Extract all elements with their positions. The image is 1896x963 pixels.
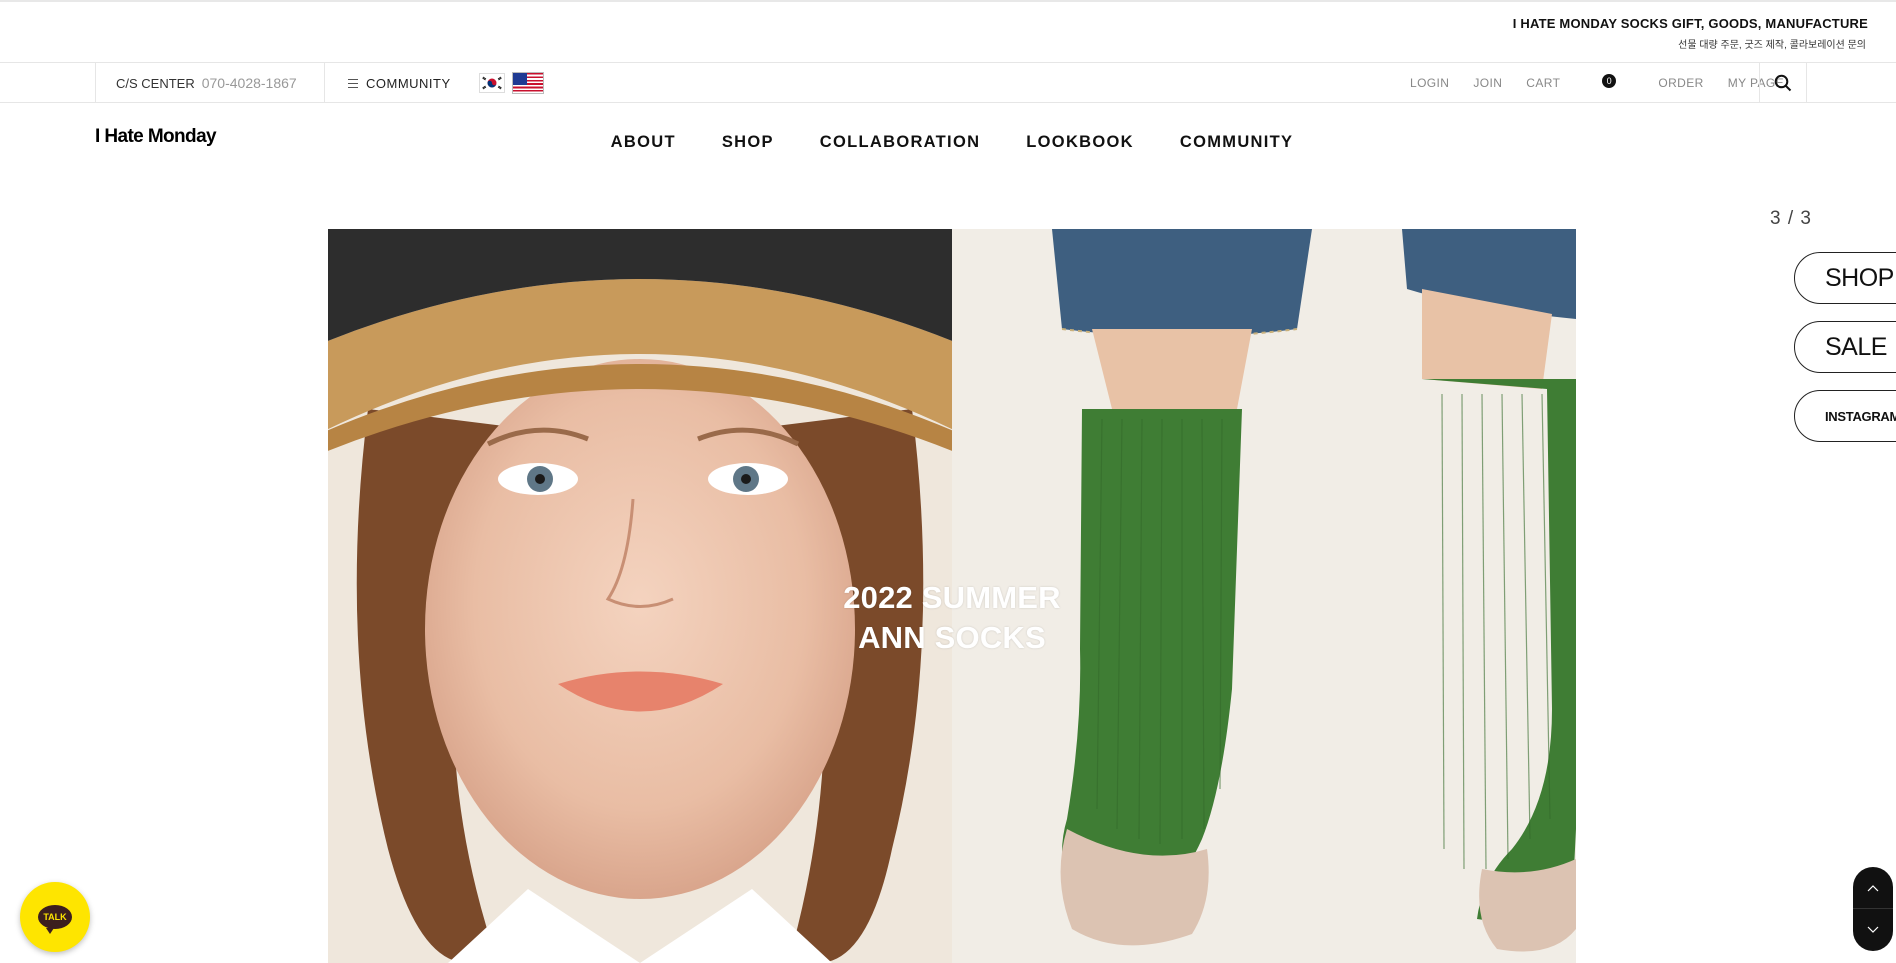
talk-bubble-icon: TALK xyxy=(38,905,72,934)
side-sale-button[interactable]: SALE xyxy=(1794,321,1896,373)
nav-about[interactable]: ABOUT xyxy=(611,133,676,152)
cart-label: CART xyxy=(1526,75,1561,90)
hamburger-icon xyxy=(348,78,358,88)
scroll-control xyxy=(1853,867,1893,951)
side-instagram-button[interactable]: INSTAGRAM xyxy=(1794,390,1896,442)
cs-center: C/S CENTER 070-4028-1867 xyxy=(95,63,325,103)
join-link[interactable]: JOIN xyxy=(1473,76,1502,90)
search-icon xyxy=(1774,74,1792,92)
utility-bar: C/S CENTER 070-4028-1867 COMMUNITY LOGIN… xyxy=(0,63,1896,103)
user-menu: LOGIN JOIN CART 0 ORDER MY PAGE xyxy=(1410,63,1808,103)
slide-counter: 3 / 3 xyxy=(1770,208,1812,229)
promo-title[interactable]: I HATE MONDAY SOCKS GIFT, GOODS, MANUFAC… xyxy=(1513,16,1868,31)
chevron-up-icon xyxy=(1867,884,1879,891)
hero-banner[interactable]: 2022 SUMMER ANN SOCKS xyxy=(328,229,1576,963)
cart-count-badge: 0 xyxy=(1602,73,1617,88)
hero-caption-line1: 2022 SUMMER xyxy=(843,580,1061,615)
cs-center-phone: 070-4028-1867 xyxy=(201,75,297,91)
nav-lookbook[interactable]: LOOKBOOK xyxy=(1026,133,1134,152)
cart-link[interactable]: CART 0 xyxy=(1526,73,1622,91)
side-instagram-label: INSTAGRAM xyxy=(1825,408,1896,424)
nav-community[interactable]: COMMUNITY xyxy=(1180,133,1293,152)
community-menu-label: COMMUNITY xyxy=(366,75,451,91)
hero-caption-line2: ANN SOCKS xyxy=(858,620,1046,655)
kakao-talk-button[interactable]: TALK xyxy=(20,882,90,952)
nav-shop[interactable]: SHOP xyxy=(722,133,774,152)
talk-label: TALK xyxy=(43,912,67,922)
login-link[interactable]: LOGIN xyxy=(1410,76,1449,90)
search-button[interactable] xyxy=(1759,63,1807,103)
korea-flag-icon[interactable] xyxy=(479,73,505,93)
side-sale-label: SALE xyxy=(1825,332,1887,361)
order-link[interactable]: ORDER xyxy=(1658,76,1703,90)
promo-subtitle[interactable]: 선물 대량 주문, 굿즈 제작, 콜라보레이션 문의 xyxy=(1678,36,1866,51)
cs-center-label: C/S CENTER xyxy=(116,75,195,91)
scroll-top-button[interactable] xyxy=(1853,867,1893,909)
usa-flag-icon[interactable] xyxy=(512,72,544,94)
side-shop-button[interactable]: SHOP xyxy=(1794,252,1896,304)
promo-bar: I HATE MONDAY SOCKS GIFT, GOODS, MANUFAC… xyxy=(0,0,1896,63)
community-menu-button[interactable]: COMMUNITY xyxy=(348,63,451,103)
nav-collaboration[interactable]: COLLABORATION xyxy=(820,133,981,152)
chevron-down-icon xyxy=(1867,926,1879,933)
hero-caption: 2022 SUMMER ANN SOCKS xyxy=(328,578,1576,658)
side-shop-label: SHOP xyxy=(1825,263,1894,292)
main-nav: ABOUT SHOP COLLABORATION LOOKBOOK COMMUN… xyxy=(0,133,1896,152)
scroll-bottom-button[interactable] xyxy=(1853,909,1893,951)
